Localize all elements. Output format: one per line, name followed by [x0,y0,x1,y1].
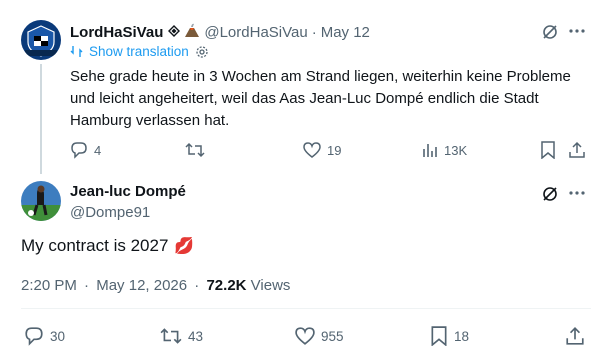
more-dots-icon[interactable] [568,22,586,45]
bookmark-icon [431,326,447,346]
avatar-dompe[interactable] [21,181,61,221]
share-icon [569,141,585,158]
bookmark-button[interactable]: 18 [430,326,469,346]
views-count: 13K [444,142,468,158]
show-translation-row: Show translation [70,44,209,59]
separator-dot: · [194,277,200,294]
separator-dot: · [84,277,90,294]
main-handle[interactable]: @Dompe91 [70,204,150,221]
more-dots-icon[interactable] [568,184,586,207]
like-count: 955 [321,328,344,344]
diamond-badge-icon [168,24,181,41]
grok-slash-icon[interactable] [541,23,559,46]
bookmark-count: 18 [454,328,470,344]
share-button[interactable] [566,326,584,346]
separator-dot: · [311,23,317,41]
share-button[interactable] [569,141,585,159]
thread-connector-line [40,64,42,174]
main-display-name[interactable]: Jean-luc Dompé [70,183,186,200]
reply-count: 4 [94,142,102,158]
heart-icon [295,327,315,345]
gear-icon[interactable] [195,45,209,59]
reply-bubble-icon [25,327,43,346]
translate-icon [70,45,83,58]
retweet-icon [160,328,182,344]
volcano-emoji-icon [184,22,200,42]
views-button[interactable]: 13K [422,141,467,159]
reply-text-line: Hamburg verlassen hat. [70,112,230,129]
share-icon [566,327,584,345]
grok-slash-icon[interactable] [541,185,559,208]
main-tweet-text: My contract is 2027 💋 [21,236,194,256]
tweet-meta: 2:20 PM · May 12, 2026 · 72.2K Views [21,277,290,294]
divider [21,308,591,309]
kiss-mark-emoji: 💋 [174,238,195,255]
heart-icon [303,142,321,158]
views-label: Views [250,277,291,294]
retweet-button[interactable]: 43 [160,326,203,346]
reply-date[interactable]: May 12 [321,24,370,41]
retweet-button[interactable] [185,141,211,159]
views-total: 72.2K [206,277,247,294]
reply-bubble-icon [71,142,87,159]
reply-text-line: und leicht angeheitert, weil das Aas Jea… [70,90,539,107]
reply-button[interactable]: 30 [24,326,65,346]
bookmark-button[interactable] [540,141,556,159]
reply-tweet-header: LordHaSiVau @LordHaSiVau · May 12 [70,22,370,42]
reply-tweet-text: Sehe grade heute in 3 Wochen am Strand l… [70,66,590,132]
tweet-time[interactable]: 2:20 PM [21,277,77,294]
retweet-icon [185,142,205,158]
like-button[interactable]: 19 [303,141,341,159]
bookmark-icon [541,141,555,159]
show-translation-link[interactable]: Show translation [89,44,189,59]
bar-chart-icon [423,144,437,157]
like-count: 19 [327,142,342,158]
like-button[interactable]: 955 [295,326,344,346]
reply-count: 30 [50,328,66,344]
avatar-lordhasivau[interactable] [21,20,61,60]
tweet-date[interactable]: May 12, 2026 [96,277,187,294]
reply-text-line: Sehe grade heute in 3 Wochen am Strand l… [70,68,571,85]
reply-button[interactable]: 4 [70,141,101,159]
reply-handle[interactable]: @LordHaSiVau [204,24,307,41]
main-text-content: My contract is 2027 [21,236,169,255]
retweet-count: 43 [188,328,204,344]
reply-display-name[interactable]: LordHaSiVau [70,24,163,41]
